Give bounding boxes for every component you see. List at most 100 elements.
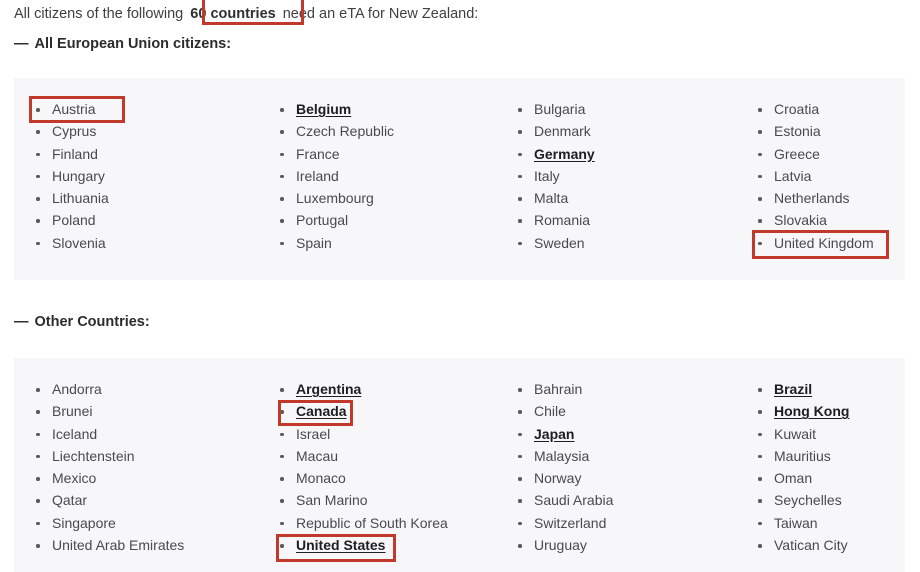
country-name: Saudi Arabia: [534, 492, 614, 509]
country-list-item: Denmark: [514, 120, 744, 142]
country-list-item[interactable]: Canada: [276, 400, 506, 422]
country-list-item[interactable]: Hong Kong: [754, 400, 920, 422]
section-heading-eu-label: All European Union citizens:: [34, 36, 232, 52]
country-name[interactable]: Germany: [534, 146, 595, 162]
country-list-item: Norway: [514, 467, 744, 489]
country-name: Oman: [774, 470, 813, 487]
country-name: Slovenia: [52, 234, 106, 251]
country-name: Republic of South Korea: [296, 514, 448, 531]
country-list-item: Saudi Arabia: [514, 489, 744, 511]
country-list-item: Sweden: [514, 232, 744, 254]
country-name: Romania: [534, 212, 591, 229]
em-dash-icon: —: [14, 314, 29, 330]
country-list-item: Netherlands: [754, 187, 920, 209]
country-name: Israel: [296, 425, 331, 442]
country-list-item: Iceland: [32, 423, 262, 445]
country-list: Argentina Canada Israel Macau Monaco San Mari…: [276, 358, 506, 556]
country-list-item: Greece: [754, 143, 920, 165]
country-name: Sweden: [534, 234, 585, 251]
country-name[interactable]: Hong Kong: [774, 403, 849, 419]
country-list-item: Poland: [32, 209, 262, 231]
country-list-item: Mexico: [32, 467, 262, 489]
country-list-item: Israel: [276, 423, 506, 445]
section-heading-eu: — All European Union citizens:: [14, 36, 231, 52]
country-list: Bahrain Chile Japan Malaysia Norway Saudi Ara…: [514, 358, 744, 556]
country-name: Luxembourg: [296, 190, 374, 207]
country-list-item: Hungary: [32, 165, 262, 187]
country-list-item: Taiwan: [754, 512, 920, 534]
country-name: France: [296, 145, 340, 162]
country-name: Czech Republic: [296, 123, 395, 140]
country-name: Uruguay: [534, 537, 587, 554]
country-list-item[interactable]: Japan: [514, 423, 744, 445]
country-list-item: Qatar: [32, 489, 262, 511]
country-list-item: Vatican City: [754, 534, 920, 556]
country-column: Andorra Brunei Iceland Liechtenstein Mexico Q…: [32, 358, 262, 572]
country-name: Iceland: [52, 425, 98, 442]
country-list-item[interactable]: Argentina: [276, 378, 506, 400]
country-column: Argentina Canada Israel Macau Monaco San Mari…: [276, 358, 506, 572]
country-name: Andorra: [52, 381, 102, 397]
country-name: Qatar: [52, 492, 88, 509]
country-name: Poland: [52, 212, 96, 229]
country-list-item: Czech Republic: [276, 120, 506, 142]
country-list: Croatia Estonia Greece Latvia Netherlands Slo…: [754, 78, 920, 254]
country-name: Mauritius: [774, 447, 831, 464]
country-list: Bulgaria Denmark Germany Italy Malta Romania S…: [514, 78, 744, 254]
country-list-item[interactable]: Brazil: [754, 378, 920, 400]
country-name[interactable]: Argentina: [296, 381, 361, 397]
country-list-item[interactable]: United States: [276, 534, 506, 556]
section-heading-other-label: Other Countries:: [34, 314, 150, 330]
country-list-item: Kuwait: [754, 423, 920, 445]
country-name: Austria: [52, 101, 96, 117]
country-name[interactable]: Brazil: [774, 381, 812, 397]
country-list-item: Slovakia: [754, 209, 920, 231]
country-list-item: Ireland: [276, 165, 506, 187]
country-name: Latvia: [774, 167, 812, 184]
country-name: Malaysia: [534, 447, 590, 464]
country-name: Switzerland: [534, 514, 607, 531]
country-list-item: Oman: [754, 467, 920, 489]
country-name: Croatia: [774, 101, 820, 117]
country-name: Seychelles: [774, 492, 842, 509]
country-list-item: Republic of South Korea: [276, 512, 506, 534]
intro-text-after: need an eTA for New Zealand:: [278, 6, 479, 22]
country-name: Mexico: [52, 470, 97, 487]
country-list: Austria Cyprus Finland Hungary Lithuania Pola…: [32, 78, 262, 254]
country-name: Monaco: [296, 470, 346, 487]
country-name: Lithuania: [52, 190, 109, 207]
country-name: Finland: [52, 145, 98, 162]
country-name[interactable]: Japan: [534, 426, 574, 442]
country-list-item: Malta: [514, 187, 744, 209]
country-list-item: Estonia: [754, 120, 920, 142]
country-list-item: Monaco: [276, 467, 506, 489]
country-name[interactable]: Belgium: [296, 101, 351, 117]
country-name: Bahrain: [534, 381, 583, 397]
country-list-item[interactable]: Belgium: [276, 98, 506, 120]
country-name: Slovakia: [774, 212, 827, 229]
country-name[interactable]: United States: [296, 537, 385, 553]
country-name: Ireland: [296, 167, 339, 184]
country-list-item: Latvia: [754, 165, 920, 187]
country-list-item: San Marino: [276, 489, 506, 511]
country-list-item: Liechtenstein: [32, 445, 262, 467]
country-name: Greece: [774, 145, 820, 162]
country-name: Netherlands: [774, 190, 850, 207]
country-name: Brunei: [52, 403, 93, 420]
country-column: Bulgaria Denmark Germany Italy Malta Romania S…: [514, 78, 744, 280]
country-list-item: Portugal: [276, 209, 506, 231]
country-list-item[interactable]: Germany: [514, 143, 744, 165]
country-columns-other: Andorra Brunei Iceland Liechtenstein Mexico Q…: [14, 358, 905, 572]
country-list-item: Cyprus: [32, 120, 262, 142]
country-list: Belgium Czech Republic France Ireland Luxemb…: [276, 78, 506, 254]
em-dash-icon: —: [14, 36, 29, 52]
country-list-item: Singapore: [32, 512, 262, 534]
country-column: Bahrain Chile Japan Malaysia Norway Saudi Ara…: [514, 358, 744, 572]
country-name: United Kingdom: [774, 234, 874, 251]
country-list-item: Bahrain: [514, 378, 744, 400]
country-list-item: Chile: [514, 400, 744, 422]
country-name[interactable]: Canada: [296, 403, 347, 419]
country-name: Denmark: [534, 123, 591, 140]
country-list-item: Luxembourg: [276, 187, 506, 209]
country-name: Bulgaria: [534, 101, 586, 117]
